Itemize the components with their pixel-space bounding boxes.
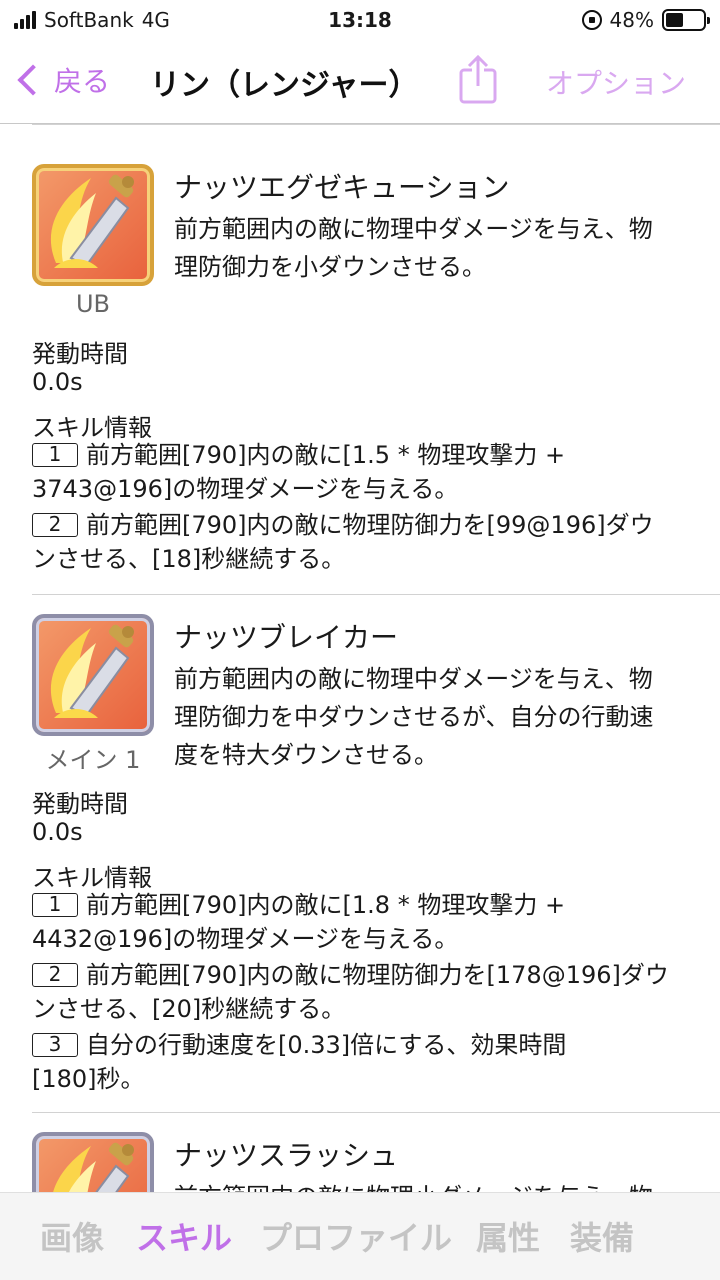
- battery-icon: [662, 9, 710, 31]
- info-text: 前方範囲[790]内の敵に物理防御力を[99@196]ダウ: [86, 511, 654, 539]
- skill-info-item: 2 前方範囲[790]内の敵に物理防御力を[178@196]ダウ ンさせる、[20…: [32, 958, 692, 1026]
- skill-info-item: 2 前方範囲[790]内の敵に物理防御力を[99@196]ダウ ンさせる、[18]…: [32, 508, 692, 576]
- skill-type-label: UB: [75, 290, 111, 318]
- info-text: 前方範囲[790]内の敵に物理防御力を[178@196]ダウ: [86, 961, 669, 989]
- sword-flame-icon: [53, 1142, 134, 1192]
- skill-info-item: 3 自分の行動速度を[0.33]倍にする、効果時間 [180]秒。: [32, 1028, 692, 1096]
- status-bar: SoftBank 4G 13:18 48%: [0, 0, 720, 40]
- skill-info-item: 1 前方範囲[790]内の敵に[1.8 * 物理攻撃力 + 4432@196]の物…: [32, 888, 692, 956]
- options-button[interactable]: オプション: [546, 62, 686, 102]
- cast-time-value: 0.0s: [32, 818, 83, 846]
- desc-line: 度を特大ダウンさせる。: [174, 741, 438, 769]
- share-icon: [459, 54, 497, 104]
- skill-item-ub: UB ナッツエグゼキューション 前方範囲内の敵に物理中ダメージを与え、物 理防御…: [32, 124, 720, 594]
- skill-description: 前方範囲内の敵に物理小ダメージを与え、物: [174, 1178, 714, 1192]
- info-text: 4432@196]の物理ダメージを与える。: [32, 925, 459, 953]
- info-number-box: 2: [32, 513, 78, 537]
- desc-line: 理防御力を中ダウンさせるが、自分の行動速: [174, 703, 654, 731]
- info-text: ンさせる、[18]秒継続する。: [32, 545, 346, 573]
- page-title: リン（レンジャー）: [150, 68, 419, 103]
- tab-image[interactable]: 画像: [40, 1213, 104, 1259]
- desc-line: 前方範囲内の敵に物理中ダメージを与え、物: [174, 665, 653, 693]
- skill-description: 前方範囲内の敵に物理中ダメージを与え、物 理防御力を小ダウンさせる。: [174, 210, 714, 286]
- desc-line: 前方範囲内の敵に物理小ダメージを与え、物: [174, 1178, 714, 1192]
- cast-time-value: 0.0s: [32, 368, 83, 396]
- share-button[interactable]: [458, 54, 498, 104]
- info-number-box: 2: [32, 963, 78, 987]
- desc-line: 理防御力を小ダウンさせる。: [174, 253, 486, 281]
- skill-icon-wrap: [32, 1132, 154, 1192]
- skill-icon-wrap: UB: [32, 164, 154, 318]
- back-button[interactable]: 戻る: [14, 60, 110, 100]
- desc-line: 前方範囲内の敵に物理中ダメージを与え、物: [174, 215, 653, 243]
- skill-type-label: メイン 1: [45, 746, 141, 774]
- skill-icon-wrap: メイン 1: [32, 614, 154, 775]
- info-text: 前方範囲[790]内の敵に[1.8 * 物理攻撃力 +: [86, 891, 566, 919]
- skill-name: ナッツブレイカー: [174, 621, 399, 654]
- skill-info-item: 1 前方範囲[790]内の敵に[1.5 * 物理攻撃力 + 3743@196]の物…: [32, 438, 692, 506]
- chevron-left-icon: [17, 64, 49, 96]
- skill-icon: [32, 1132, 154, 1192]
- info-text: 自分の行動速度を[0.33]倍にする、効果時間: [86, 1031, 567, 1059]
- cast-time-label: 発動時間: [32, 790, 128, 818]
- info-number-box: 3: [32, 1033, 78, 1057]
- skill-icon: [32, 614, 154, 736]
- orientation-lock-icon: [581, 10, 602, 30]
- sword-flame-icon: [50, 174, 134, 268]
- skill-item-main-2: ナッツスラッシュ 前方範囲内の敵に物理小ダメージを与え、物: [32, 1112, 720, 1192]
- skill-description: 前方範囲内の敵に物理中ダメージを与え、物 理防御力を中ダウンさせるが、自分の行動…: [174, 660, 714, 774]
- skill-list: UB ナッツエグゼキューション 前方範囲内の敵に物理中ダメージを与え、物 理防御…: [0, 124, 720, 1192]
- info-number-box: 1: [32, 893, 78, 917]
- bottom-tab-bar: 画像 スキル プロファイル 属性 装備: [0, 1192, 720, 1280]
- skill-item-main-1: メイン 1 ナッツブレイカー 前方範囲内の敵に物理中ダメージを与え、物 理防御力…: [32, 594, 720, 1110]
- sword-flame-icon: [50, 624, 134, 718]
- info-text: 3743@196]の物理ダメージを与える。: [32, 475, 459, 503]
- tab-attributes[interactable]: 属性: [476, 1213, 540, 1259]
- status-right: 48%: [581, 8, 710, 32]
- skill-icon: [32, 164, 154, 286]
- tab-equipment[interactable]: 装備: [570, 1213, 634, 1259]
- tab-skill[interactable]: スキル: [136, 1213, 232, 1259]
- back-label: 戻る: [54, 65, 111, 98]
- cast-time-label: 発動時間: [32, 340, 128, 368]
- info-text: ンさせる、[20]秒継続する。: [32, 995, 346, 1023]
- navigation-bar: 戻る リン（レンジャー） オプション: [0, 40, 720, 124]
- info-text: [180]秒。: [32, 1065, 145, 1093]
- info-text: 前方範囲[790]内の敵に[1.5 * 物理攻撃力 +: [86, 441, 566, 469]
- skill-name: ナッツスラッシュ: [174, 1139, 399, 1172]
- info-number-box: 1: [32, 443, 78, 467]
- tab-profile[interactable]: プロファイル: [260, 1213, 452, 1259]
- battery-percent: 48%: [609, 8, 654, 32]
- skill-name: ナッツエグゼキューション: [174, 171, 510, 204]
